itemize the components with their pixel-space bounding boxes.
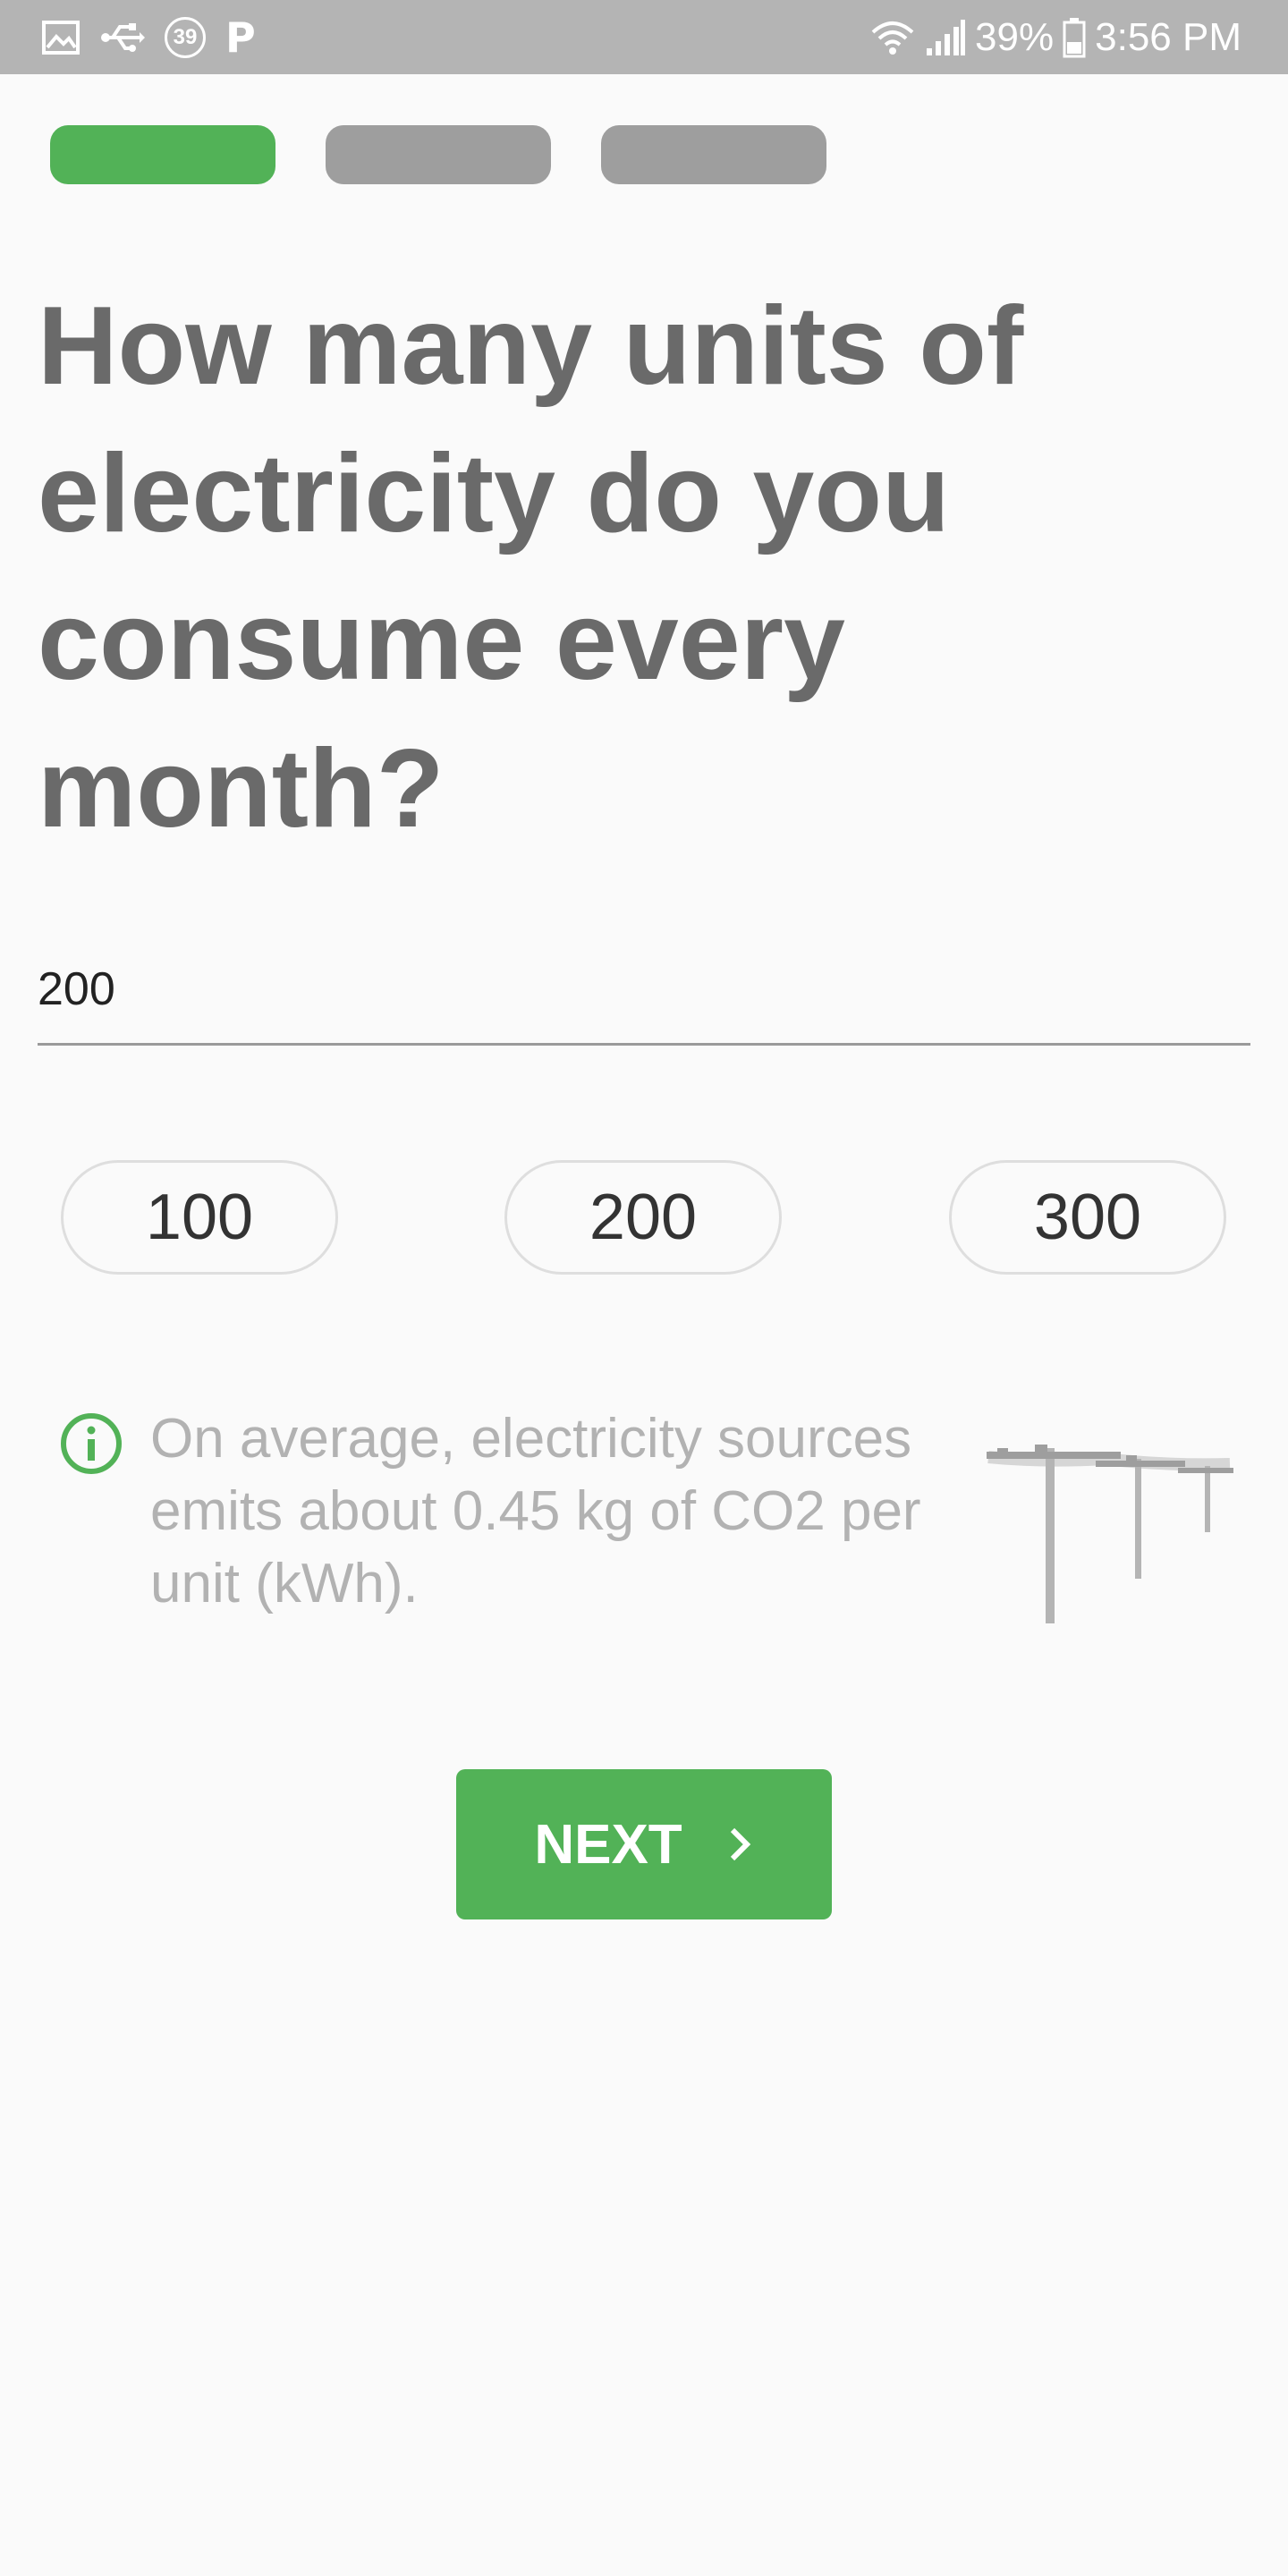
progress-steps <box>50 125 826 184</box>
progress-step-3 <box>601 125 826 184</box>
next-button-label: NEXT <box>534 1813 682 1876</box>
chevron-right-icon <box>730 1827 750 1861</box>
status-bar: 39 P 39% 3:56 PM <box>0 0 1288 74</box>
preset-chip-100[interactable]: 100 <box>61 1160 338 1275</box>
wifi-icon <box>871 21 914 55</box>
info-text: On average, electricity sources emits ab… <box>150 1408 921 1614</box>
progress-step-2 <box>326 125 551 184</box>
notification-count-icon: 39 <box>165 17 206 58</box>
power-lines-illustration <box>987 1445 1233 1623</box>
usb-icon <box>101 23 145 52</box>
progress-step-1 <box>50 125 275 184</box>
preset-chip-200[interactable]: 200 <box>504 1160 782 1275</box>
info-icon <box>61 1413 122 1474</box>
status-bar-right: 39% 3:56 PM <box>869 13 1241 63</box>
question-title: How many units of electricity do you con… <box>38 284 1024 851</box>
preset-chip-300[interactable]: 300 <box>949 1160 1226 1275</box>
units-input[interactable] <box>38 935 1250 1046</box>
signal-icon <box>927 20 966 55</box>
battery-icon <box>1063 18 1086 58</box>
clock: 3:56 PM <box>1095 15 1241 59</box>
battery-percent: 39% <box>975 15 1055 59</box>
parking-icon: P <box>225 13 256 62</box>
status-bar-left: 39 P <box>41 13 256 63</box>
next-button[interactable]: NEXT <box>456 1769 832 1919</box>
notification-count: 39 <box>173 25 198 49</box>
image-icon <box>42 21 80 55</box>
